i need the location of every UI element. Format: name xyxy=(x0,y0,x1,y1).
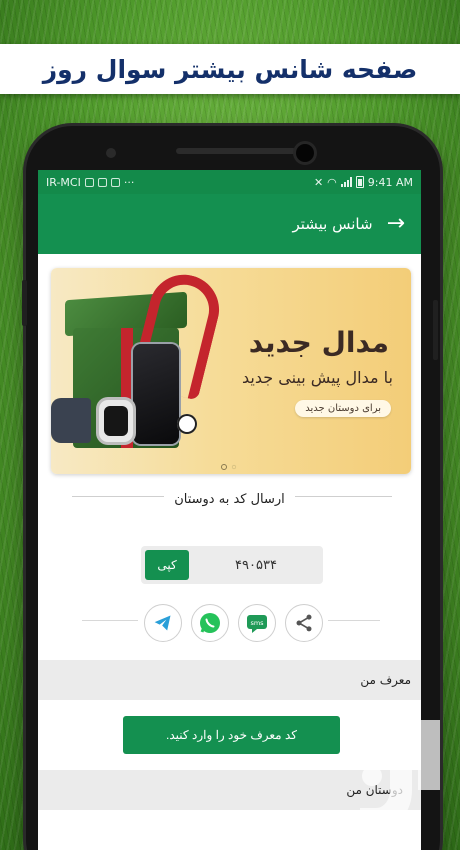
send-code-title: ارسال کد به دوستان xyxy=(164,492,295,507)
phone-sensor xyxy=(106,148,116,158)
notification-icon xyxy=(97,177,107,187)
phone-camera xyxy=(296,144,314,162)
football-image xyxy=(177,414,197,434)
signal-icon xyxy=(340,177,352,187)
app-bar: شانس بیشتر → xyxy=(38,194,421,254)
copy-button[interactable]: کپی xyxy=(145,550,189,580)
share-divider-right xyxy=(328,620,380,621)
slider-dot-active[interactable] xyxy=(221,464,227,470)
telegram-button[interactable] xyxy=(144,604,182,642)
referral-code-box: کپی ۴۹۰۵۳۴ xyxy=(141,546,323,584)
smartphone-image xyxy=(133,344,179,444)
clock: 9:41 AM xyxy=(367,175,413,189)
sms-icon-label: sms xyxy=(250,619,264,627)
smartwatch-image xyxy=(99,400,133,442)
back-arrow-icon[interactable]: → xyxy=(387,213,405,235)
battery-icon xyxy=(355,176,364,188)
whatsapp-button[interactable] xyxy=(191,604,229,642)
share-divider-left xyxy=(82,620,138,621)
phone-volume-button xyxy=(22,280,27,326)
promo-slider[interactable]: مدال جدید با مدال پیش بینی جدید برای دوس… xyxy=(51,268,411,474)
slider-dot[interactable] xyxy=(231,464,237,470)
status-bar: IR-MCI ··· ✕ ◠ 9:41 AM xyxy=(38,170,421,194)
share-buttons: sms xyxy=(144,604,323,642)
share-button[interactable] xyxy=(285,604,323,642)
share-icon xyxy=(296,614,312,632)
referral-code: ۴۹۰۵۳۴ xyxy=(235,557,277,573)
whatsapp-icon xyxy=(200,613,220,633)
slider-pagination xyxy=(221,464,237,470)
phone-speaker xyxy=(176,148,296,154)
sms-button[interactable]: sms xyxy=(238,604,276,642)
more-notifications-icon: ··· xyxy=(123,175,135,189)
slide-subtitle: با مدال پیش بینی جدید xyxy=(242,368,393,387)
wifi-icon: ◠ xyxy=(327,175,337,189)
page-title: شانس بیشتر xyxy=(292,215,373,233)
store-logo-watermark xyxy=(360,700,440,830)
promo-banner: صفحه شانس بیشتر سوال روز xyxy=(0,44,460,94)
facebook-icon xyxy=(84,177,94,187)
app-notification-icon xyxy=(110,177,120,187)
slide-title: مدال جدید xyxy=(248,326,389,359)
promo-headline: صفحه شانس بیشتر سوال روز xyxy=(42,54,418,84)
sms-icon: sms xyxy=(247,615,267,633)
slide-badge: برای دوستان جدید xyxy=(295,400,391,417)
send-code-heading: ارسال کد به دوستان xyxy=(38,488,421,507)
telegram-icon xyxy=(154,615,171,631)
carrier-label: IR-MCI xyxy=(46,175,81,189)
mute-icon: ✕ xyxy=(313,175,324,189)
car-image xyxy=(51,398,91,443)
enter-referrer-code-button[interactable]: کد معرف خود را وارد کنید. xyxy=(123,716,340,754)
phone-power-button xyxy=(433,300,438,360)
